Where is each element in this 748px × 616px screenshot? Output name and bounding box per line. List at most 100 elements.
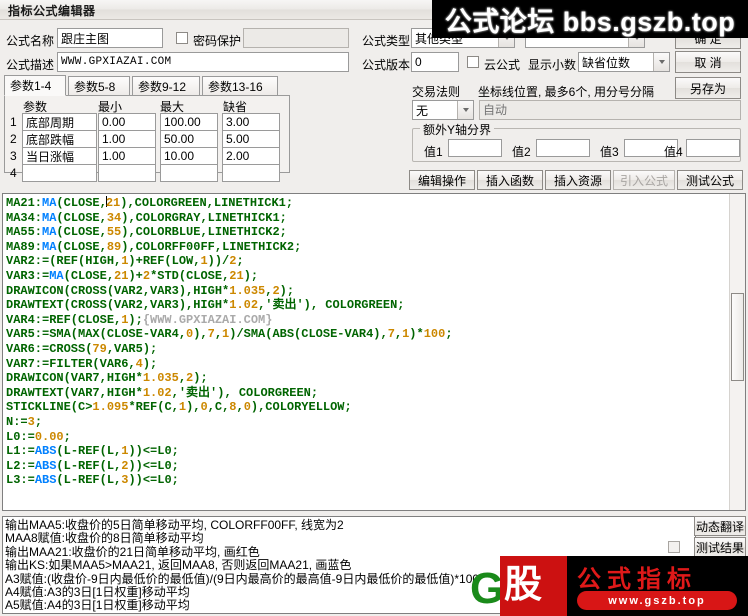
- bottom-watermark-url-pill: www.gszb.top: [577, 591, 737, 610]
- cloud-formula-label: 云公式: [484, 58, 521, 72]
- test-formula-button[interactable]: 测试公式: [677, 170, 743, 190]
- tab-params-13-16[interactable]: 参数13-16: [202, 76, 278, 95]
- code-line: DRAWTEXT(VAR7,HIGH*1.02,'卖出'), COLORGREE…: [6, 385, 319, 400]
- code-line: N:=3;: [6, 414, 43, 429]
- formula-version-input[interactable]: [411, 52, 459, 72]
- indicator-formula-editor-window: 指标公式编辑器 公式名称 密码保护 公式类型 其他类型 确 定 公式描述 公式版…: [0, 0, 748, 616]
- param-min-input-3[interactable]: [98, 147, 156, 165]
- param-max-input-3[interactable]: [160, 147, 218, 165]
- password-input[interactable]: [243, 28, 349, 48]
- code-line: L0:=0.00;: [6, 429, 71, 444]
- tab-params-9-12[interactable]: 参数9-12: [132, 76, 200, 95]
- insert-function-button[interactable]: 插入函数: [477, 170, 543, 190]
- password-protect-checkbox[interactable]: [176, 32, 188, 44]
- yaxis-value1-input[interactable]: [448, 139, 502, 157]
- parameter-tabs: 参数1-4 参数5-8 参数9-12 参数13-16: [4, 75, 290, 96]
- save-as-button[interactable]: 另存为: [675, 77, 741, 99]
- code-line: MA55:MA(CLOSE,55),COLORBLUE,LINETHICK2;: [6, 225, 287, 240]
- tab-params-5-8[interactable]: 参数5-8: [68, 76, 130, 95]
- param-max-input-4[interactable]: [160, 164, 218, 182]
- yaxis-value3-label: 值3: [600, 145, 619, 159]
- code-line: MA21:MA(CLOSE,21),COLORGREEN,LINETHICK1;: [6, 196, 294, 210]
- test-result-button[interactable]: 测试结果: [694, 537, 746, 557]
- cancel-button[interactable]: 取 消: [675, 51, 741, 73]
- bottom-watermark-dark-box: 公式指标 www.gszb.top: [567, 556, 748, 616]
- yaxis-value1-label: 值1: [424, 145, 443, 159]
- import-formula-button: 引入公式: [613, 170, 675, 190]
- code-line: L2:=ABS(L-REF(L,2))<=L0;: [6, 458, 179, 473]
- dynamic-translate-checkbox[interactable]: [668, 541, 680, 553]
- formula-version-label: 公式版本: [362, 58, 411, 72]
- param-def-input-1[interactable]: [222, 113, 280, 131]
- coordinate-line-label: 坐标线位置, 最多6个, 用分号分隔: [478, 85, 655, 99]
- code-line: L1:=ABS(L-REF(L,1))<=L0;: [6, 444, 179, 459]
- code-line: MA89:MA(CLOSE,89),COLORFF00FF,LINETHICK2…: [6, 239, 302, 254]
- param-def-input-2[interactable]: [222, 130, 280, 148]
- password-protect-label: 密码保护: [193, 34, 242, 48]
- insert-resource-button[interactable]: 插入资源: [545, 170, 611, 190]
- param-name-input-3[interactable]: [22, 147, 97, 165]
- trade-rule-value: 无: [416, 103, 429, 118]
- formula-desc-label: 公式描述: [6, 58, 55, 72]
- window-title: 指标公式编辑器: [8, 4, 96, 18]
- bottom-watermark-banner: 股 公式指标 www.gszb.top: [500, 556, 748, 616]
- dynamic-translate-button[interactable]: 动态翻译: [694, 516, 746, 536]
- trade-rule-label: 交易法则: [412, 85, 461, 99]
- param-min-input-2[interactable]: [98, 130, 156, 148]
- code-line: DRAWICON(CROSS(VAR2,VAR3),HIGH*1.035,2);: [6, 283, 295, 298]
- param-min-input-4[interactable]: [98, 164, 156, 182]
- yaxis-value2-input[interactable]: [536, 139, 590, 157]
- code-line: DRAWTEXT(CROSS(VAR2,VAR3),HIGH*1.02,'卖出'…: [6, 298, 405, 313]
- editor-scrollbar-thumb[interactable]: [731, 293, 744, 381]
- top-watermark-banner: 公式论坛 bbs.gszb.top: [432, 0, 748, 38]
- param-name-input-2[interactable]: [22, 130, 97, 148]
- code-editor[interactable]: MA21:MA(CLOSE,21),COLORGREEN,LINETHICK1;…: [2, 193, 746, 511]
- code-line: MA34:MA(CLOSE,34),COLORGRAY,LINETHICK1;: [6, 210, 287, 225]
- code-line: VAR3:=MA(CLOSE,21)+2*STD(CLOSE,21);: [6, 268, 259, 283]
- bottom-watermark-brand-text: 股: [504, 564, 543, 606]
- formula-name-label: 公式名称: [6, 34, 55, 48]
- code-line: L3:=ABS(L-REF(L,3))<=L0;: [6, 473, 179, 488]
- top-watermark-text: 公式论坛 bbs.gszb.top: [444, 6, 736, 37]
- extra-yaxis-group-label: 额外Y轴分界: [420, 121, 495, 138]
- tab-params-1-4[interactable]: 参数1-4: [4, 75, 66, 96]
- code-text-area[interactable]: MA21:MA(CLOSE,21),COLORGREEN,LINETHICK1;…: [3, 194, 728, 510]
- formula-name-input[interactable]: [57, 28, 163, 48]
- param-name-input-1[interactable]: [22, 113, 97, 131]
- chevron-down-icon[interactable]: [457, 101, 473, 119]
- param-name-input-4[interactable]: [22, 164, 97, 182]
- formula-desc-input[interactable]: [57, 52, 349, 72]
- yaxis-value4-input[interactable]: [686, 139, 740, 157]
- param-min-input-1[interactable]: [98, 113, 156, 131]
- code-line: VAR2:=(REF(HIGH,1)+REF(LOW,1))/2;: [6, 254, 244, 269]
- cloud-formula-checkbox[interactable]: [467, 56, 479, 68]
- code-line: VAR6:=CROSS(79,VAR5);: [6, 341, 158, 356]
- code-line: VAR4:=REF(CLOSE,1);{WWW.GPXIAZAI.COM}: [6, 312, 273, 327]
- coordinate-line-input[interactable]: [479, 100, 741, 120]
- param-max-input-1[interactable]: [160, 113, 218, 131]
- decimal-digits-value: 缺省位数: [582, 55, 631, 70]
- formula-type-label: 公式类型: [362, 34, 411, 48]
- show-decimal-label: 显示小数: [528, 58, 577, 72]
- param-row-number: 1: [10, 115, 17, 129]
- yaxis-value2-label: 值2: [512, 145, 531, 159]
- edit-operation-button[interactable]: 编辑操作: [409, 170, 475, 190]
- param-row-number: 4: [10, 166, 17, 180]
- bottom-watermark-brand-box: 股: [500, 556, 567, 616]
- parameter-table-panel: 参数 最小 最大 缺省 1 2 3 4: [4, 95, 290, 182]
- yaxis-value4-label: 值4: [664, 145, 683, 159]
- output-line: MAA8赋值:收盘价的8日简单移动平均: [5, 531, 204, 546]
- chevron-down-icon[interactable]: [653, 53, 669, 71]
- param-def-input-4[interactable]: [222, 164, 280, 182]
- decimal-digits-select[interactable]: 缺省位数: [578, 52, 670, 72]
- code-line: DRAWICON(VAR7,HIGH*1.035,2);: [6, 371, 208, 386]
- param-def-input-3[interactable]: [222, 147, 280, 165]
- bottom-watermark-title: 公式指标: [577, 566, 697, 593]
- code-line: STICKLINE(C>1.095*REF(C,1),0,C,8,0),COLO…: [6, 400, 352, 415]
- trade-rule-select[interactable]: 无: [412, 100, 474, 120]
- param-row-number: 2: [10, 132, 17, 146]
- param-max-input-2[interactable]: [160, 130, 218, 148]
- bottom-watermark-url: www.gszb.top: [608, 594, 706, 607]
- editor-vertical-scrollbar[interactable]: [729, 194, 745, 510]
- code-line: VAR5:=SMA(MAX(CLOSE-VAR4,0),7,1)/SMA(ABS…: [6, 327, 453, 342]
